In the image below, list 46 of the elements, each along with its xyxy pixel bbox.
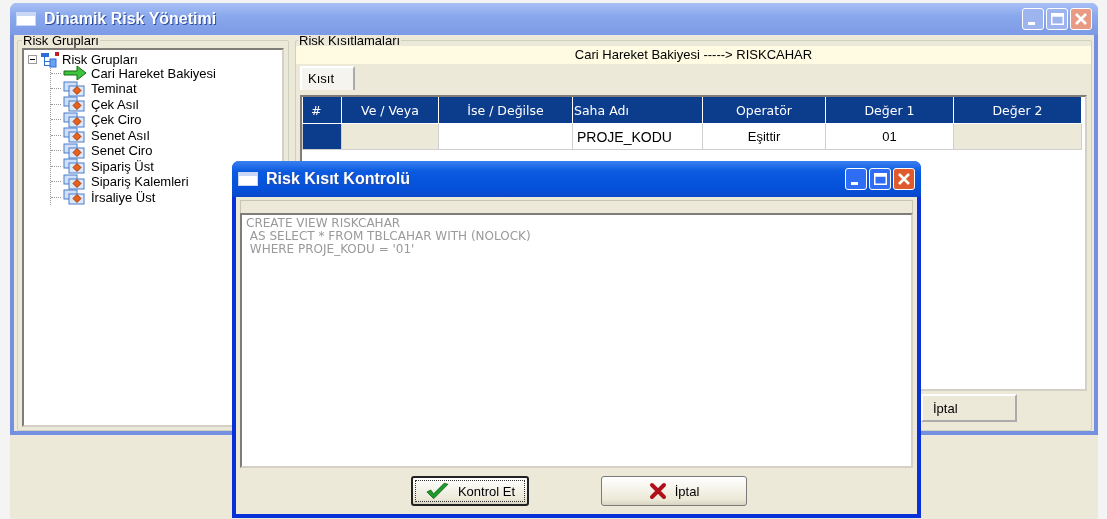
maximize-icon (1050, 13, 1064, 25)
column-header: İse / Değilse (438, 97, 573, 124)
minimize-button[interactable] (1022, 8, 1044, 30)
column-header: Değer 2 (953, 97, 1082, 124)
window-icon (16, 12, 36, 26)
column-header: Ve / Veya (341, 97, 439, 124)
tree-item[interactable]: Çek Ciro (89, 112, 144, 128)
close-icon (898, 173, 910, 185)
minimize-button[interactable] (845, 168, 867, 190)
window-title: Dinamik Risk Yönetimi (44, 10, 218, 28)
cross-icon (648, 482, 667, 500)
minimize-icon (850, 182, 858, 185)
column-header: Operatör (702, 97, 826, 124)
tree-item[interactable]: Teminat (89, 81, 139, 97)
column-header: Değer 1 (825, 97, 954, 124)
hierarchy-icon (40, 51, 60, 68)
maximize-button[interactable] (869, 168, 891, 190)
maximize-button[interactable] (1046, 8, 1068, 30)
tree-item[interactable]: Sipariş Kalemleri (89, 174, 191, 190)
cancel-button[interactable]: İptal (921, 394, 1017, 422)
window-title: Risk Kısıt Kontrolü (266, 170, 411, 188)
close-button[interactable] (1070, 8, 1092, 30)
close-icon (1075, 13, 1087, 25)
tab[interactable]: Kısıt (300, 66, 355, 90)
group-title: Risk Kısıtlamaları (298, 35, 402, 46)
table-cell: PROJE_KODU (572, 123, 703, 150)
table-cell: 01 (825, 123, 954, 150)
table-cell: Eşittir (702, 123, 826, 150)
close-button[interactable] (893, 168, 915, 190)
tree-item[interactable]: İrsaliye Üst (89, 189, 158, 205)
group-title: Risk Grupları (22, 35, 100, 46)
tree-item[interactable]: Sipariş Üst (89, 158, 156, 174)
window-icon (238, 172, 258, 186)
checkmark-icon (425, 481, 450, 501)
maximize-icon (873, 173, 887, 185)
tree-item[interactable]: Risk Grupları (60, 52, 140, 68)
column-header: # (302, 97, 342, 124)
header-bar: Cari Hareket Bakiyesi -----> RISKCAHAR (296, 46, 1091, 64)
cancel-button[interactable]: İptal (601, 476, 747, 506)
tree-item[interactable]: Senet Ciro (89, 143, 155, 159)
column-header: Saha Adı (572, 97, 703, 124)
minimize-icon (1027, 22, 1035, 25)
check-button[interactable]: Kontrol Et (411, 476, 529, 506)
tree-item[interactable]: Senet Asıl (89, 127, 152, 143)
collapse-toggle[interactable] (28, 55, 37, 65)
tree-item[interactable]: Çek Asıl (89, 96, 141, 112)
